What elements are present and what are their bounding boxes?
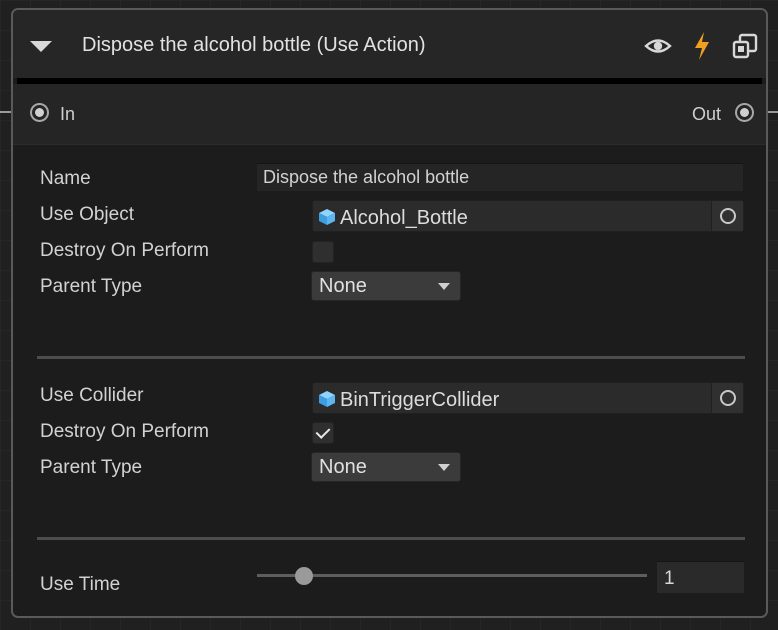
object-picker-button[interactable]: [711, 201, 743, 231]
ports-row: In Out: [13, 84, 766, 145]
lightning-icon[interactable]: [691, 31, 713, 61]
name-label: Name: [40, 168, 91, 189]
section-divider: [37, 356, 745, 359]
object-picker-icon: [720, 390, 736, 406]
section-divider-2: [37, 537, 745, 540]
use-object-label: Use Object: [40, 204, 134, 225]
chevron-down-icon: [438, 283, 450, 290]
use-collider-label: Use Collider: [40, 385, 144, 406]
output-port[interactable]: [740, 108, 749, 117]
debug-window-icon[interactable]: [731, 32, 759, 60]
name-field[interactable]: Dispose the alcohol bottle: [257, 163, 743, 191]
use-object-field[interactable]: Alcohol_Bottle: [312, 200, 744, 232]
use-object-value: Alcohol_Bottle: [340, 207, 468, 229]
parent-type-label: Parent Type: [40, 276, 143, 297]
node-header[interactable]: Dispose the alcohol bottle (Use Action): [13, 10, 766, 78]
destroy-on-perform-checkbox[interactable]: [312, 241, 334, 263]
parent-type-dropdown-2[interactable]: None: [311, 452, 461, 482]
action-node[interactable]: Dispose the alcohol bottle (Use Action) …: [11, 8, 768, 618]
use-time-slider-thumb[interactable]: [294, 567, 313, 585]
input-port[interactable]: [35, 108, 44, 117]
output-port-label: Out: [691, 104, 721, 124]
destroy-on-perform-label-2: Destroy On Perform: [40, 421, 209, 442]
object-picker-icon: [720, 208, 736, 224]
gameobject-cube-icon: [319, 391, 335, 407]
chevron-down-icon: [438, 464, 450, 471]
destroy-on-perform-label: Destroy On Perform: [40, 240, 209, 261]
collapse-arrow-icon[interactable]: [30, 41, 52, 52]
use-time-label: Use Time: [40, 574, 121, 595]
destroy-on-perform-checkbox-2[interactable]: [312, 422, 334, 444]
collider-picker-button[interactable]: [711, 383, 743, 413]
use-time-slider-track[interactable]: [257, 574, 647, 577]
parent-type-value: None: [319, 275, 367, 297]
parent-type-value-2: None: [319, 456, 367, 478]
parent-type-label-2: Parent Type: [40, 457, 143, 478]
use-collider-value: BinTriggerCollider: [340, 389, 500, 411]
checkmark-icon: [315, 424, 331, 439]
use-time-field[interactable]: 1: [657, 561, 744, 593]
parent-type-dropdown[interactable]: None: [311, 271, 461, 301]
input-port-label: In: [60, 104, 76, 124]
gameobject-cube-icon: [319, 209, 335, 225]
use-collider-field[interactable]: BinTriggerCollider: [312, 382, 744, 414]
eye-icon[interactable]: [644, 34, 672, 58]
node-title: Dispose the alcohol bottle (Use Action): [82, 34, 426, 56]
